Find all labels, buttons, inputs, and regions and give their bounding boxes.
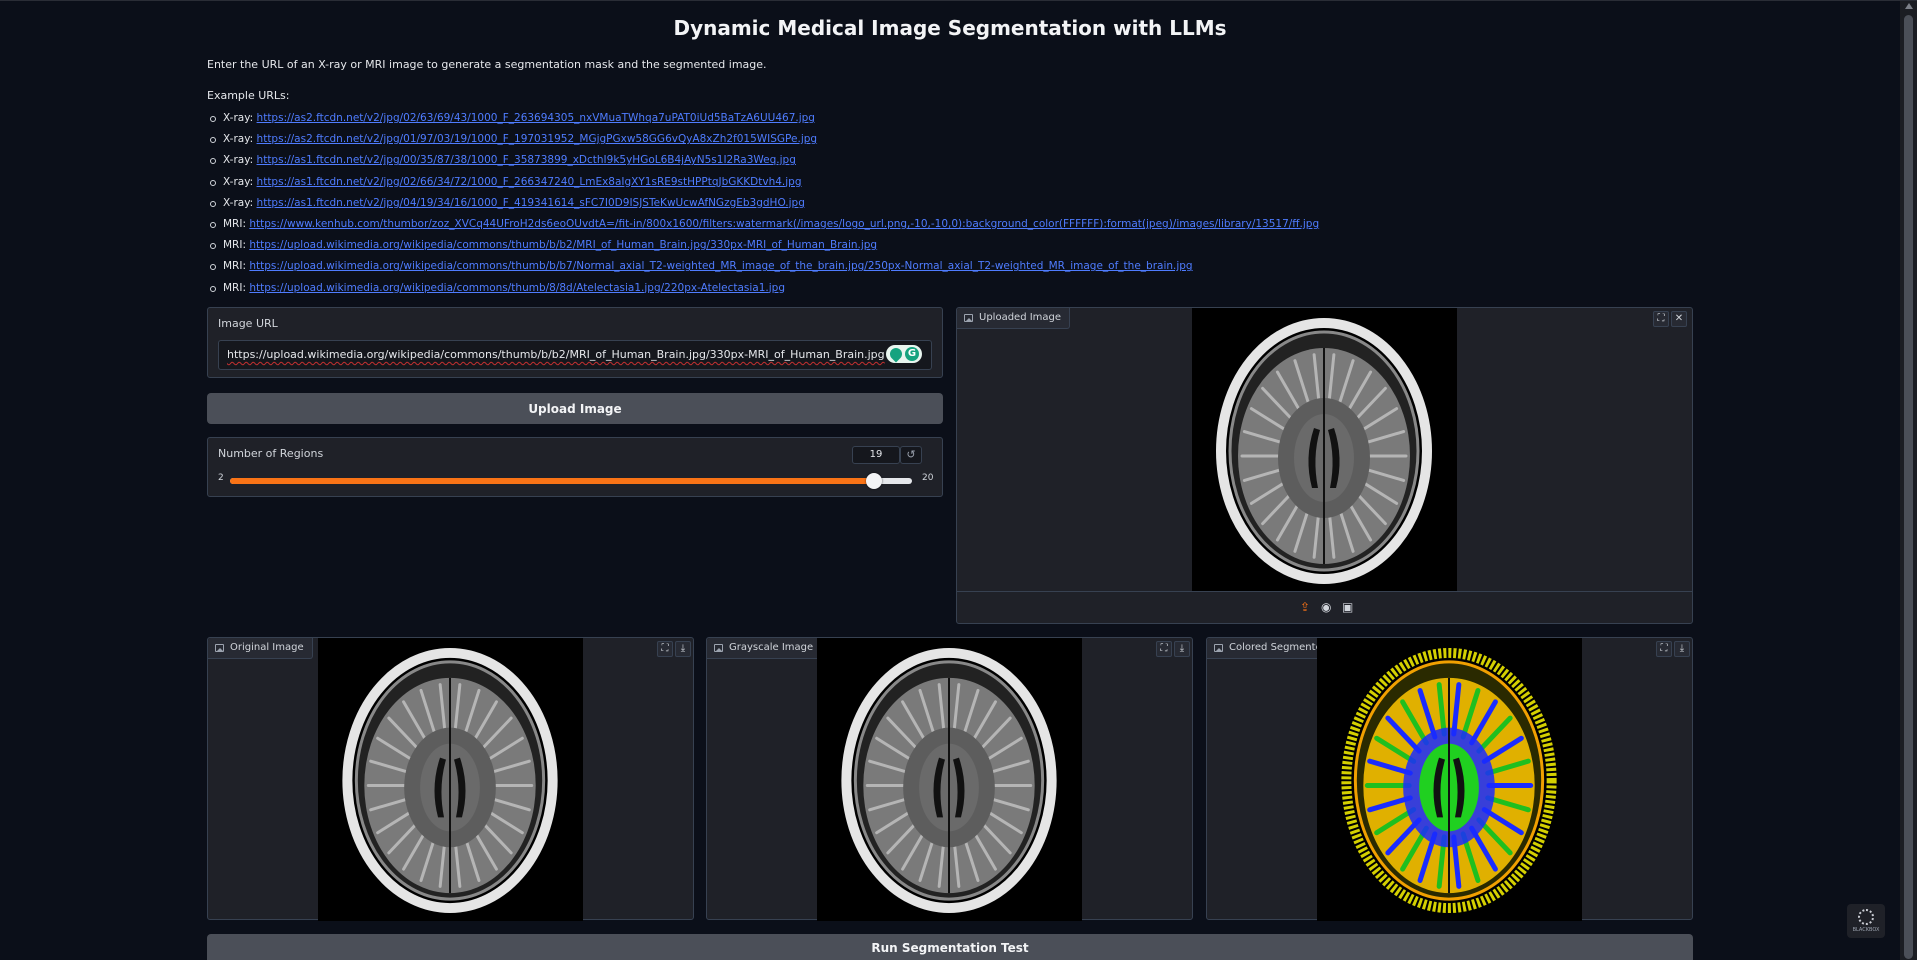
example-url-item: X-ray: https://as2.ftcdn.net/v2/jpg/01/9…	[207, 129, 1693, 150]
example-url-item: MRI: https://upload.wikimedia.org/wikipe…	[207, 256, 1693, 277]
close-icon[interactable]: ✕	[1671, 311, 1687, 327]
grayscale-brain-image	[841, 647, 1057, 914]
upload-source-bar: ⇪ ◉ ▣	[957, 591, 1692, 623]
scroll-up-icon[interactable]	[1905, 3, 1913, 9]
segmented-image-viewport	[1317, 638, 1582, 921]
example-url-link[interactable]: https://upload.wikimedia.org/wikipedia/c…	[249, 282, 785, 294]
example-url-link[interactable]: https://as1.ftcdn.net/v2/jpg/00/35/87/38…	[257, 154, 796, 166]
regions-slider-fill	[230, 478, 875, 484]
fullscreen-icon[interactable]: ⛶	[657, 641, 673, 657]
example-url-type: X-ray:	[223, 112, 254, 124]
original-image-tag: Original Image	[208, 638, 313, 659]
uploaded-image-tag: Uploaded Image	[957, 308, 1071, 329]
download-icon[interactable]: ⤓	[675, 641, 691, 657]
intro-text: Enter the URL of an X-ray or MRI image t…	[207, 58, 767, 71]
example-url-type: MRI:	[223, 281, 246, 294]
example-url-item: MRI: https://upload.wikimedia.org/wikipe…	[207, 278, 1693, 299]
uploaded-image-viewport	[1192, 308, 1457, 592]
image-url-panel: Image URL https://upload.wikimedia.org/w…	[207, 307, 943, 378]
example-url-link[interactable]: https://as2.ftcdn.net/v2/jpg/02/63/69/43…	[257, 112, 815, 124]
regions-number-input[interactable]: 19	[852, 446, 900, 464]
grayscale-image-viewport	[817, 638, 1082, 921]
example-url-link[interactable]: https://upload.wikimedia.org/wikipedia/c…	[249, 239, 877, 251]
examples-title: Example URLs:	[207, 89, 290, 102]
webcam-icon[interactable]: ◉	[1321, 600, 1331, 614]
run-segmentation-test-button[interactable]: Run Segmentation Test	[207, 934, 1693, 960]
fullscreen-icon[interactable]: ⛶	[1656, 641, 1672, 657]
blackbox-logo-text: BLACKBOX	[1852, 927, 1880, 933]
example-url-link[interactable]: https://as1.ftcdn.net/v2/jpg/04/19/34/16…	[257, 197, 805, 209]
image-icon	[964, 314, 973, 322]
grammarly-g-icon: G	[905, 347, 919, 361]
grayscale-image-panel: Grayscale Image ⛶ ⤓	[706, 637, 1193, 921]
page-scrollbar[interactable]	[1900, 1, 1917, 960]
example-url-type: MRI:	[223, 217, 246, 230]
slider-min-label: 2	[218, 473, 224, 483]
original-brain-image	[342, 647, 558, 914]
uploaded-brain-image	[1216, 318, 1432, 584]
example-url-link[interactable]: https://upload.wikimedia.org/wikipedia/c…	[249, 260, 1192, 272]
upload-image-button[interactable]: Upload Image	[207, 393, 943, 424]
regions-label: Number of Regions	[218, 447, 324, 460]
regions-slider-handle[interactable]	[866, 473, 883, 489]
main-container: Dynamic Medical Image Segmentation with …	[207, 1, 1693, 299]
grayscale-image-tag: Grayscale Image	[707, 638, 823, 659]
scrollbar-thumb[interactable]	[1904, 15, 1913, 959]
image-icon	[714, 644, 723, 652]
regions-panel: Number of Regions 19 ↺ 2 20	[207, 437, 943, 497]
example-url-link[interactable]: https://as1.ftcdn.net/v2/jpg/02/66/34/72…	[257, 176, 802, 188]
image-icon	[1214, 644, 1223, 652]
uploaded-image-panel: Uploaded Image ⛶ ✕ ⇪ ◉ ▣	[956, 307, 1693, 624]
example-url-item: X-ray: https://as1.ftcdn.net/v2/jpg/00/3…	[207, 150, 1693, 171]
example-url-type: X-ray:	[223, 133, 254, 146]
example-url-type: MRI:	[223, 260, 246, 273]
example-url-type: X-ray:	[223, 196, 254, 209]
example-url-type: X-ray:	[223, 175, 254, 188]
image-url-label: Image URL	[218, 317, 278, 330]
original-image-label: Original Image	[230, 642, 304, 653]
grayscale-image-label: Grayscale Image	[729, 642, 814, 653]
grammarly-icon[interactable]: G	[886, 345, 922, 363]
clipboard-icon[interactable]: ▣	[1342, 600, 1353, 614]
colored-segmented-image-panel: Colored Segmented Image ⛶ ⤓	[1206, 637, 1693, 921]
slider-max-label: 20	[922, 473, 934, 483]
example-url-item: MRI: https://upload.wikimedia.org/wikipe…	[207, 235, 1693, 256]
example-url-item: X-ray: https://as1.ftcdn.net/v2/jpg/04/1…	[207, 193, 1693, 214]
example-url-link[interactable]: https://www.kenhub.com/thumbor/zoz_XVCq4…	[249, 218, 1319, 230]
page-title: Dynamic Medical Image Segmentation with …	[673, 16, 1227, 40]
uploaded-image-label: Uploaded Image	[979, 312, 1062, 323]
fullscreen-icon[interactable]: ⛶	[1156, 641, 1172, 657]
blackbox-logo-icon	[1858, 909, 1874, 925]
original-image-viewport	[318, 638, 583, 921]
example-url-type: MRI:	[223, 239, 246, 252]
original-image-panel: Original Image ⛶ ⤓	[207, 637, 694, 921]
image-url-input[interactable]: https://upload.wikimedia.org/wikipedia/c…	[218, 340, 932, 370]
regions-slider-track[interactable]	[230, 473, 912, 489]
upload-icon[interactable]: ⇪	[1300, 600, 1310, 614]
fullscreen-icon[interactable]: ⛶	[1653, 311, 1669, 327]
example-url-list: X-ray: https://as2.ftcdn.net/v2/jpg/02/6…	[207, 108, 1693, 299]
download-icon[interactable]: ⤓	[1174, 641, 1190, 657]
download-icon[interactable]: ⤓	[1674, 641, 1690, 657]
image-icon	[215, 644, 224, 652]
example-url-item: X-ray: https://as2.ftcdn.net/v2/jpg/02/6…	[207, 108, 1693, 129]
example-url-item: MRI: https://www.kenhub.com/thumbor/zoz_…	[207, 214, 1693, 235]
segmented-brain-image	[1341, 647, 1557, 914]
example-url-item: X-ray: https://as1.ftcdn.net/v2/jpg/02/6…	[207, 172, 1693, 193]
example-url-link[interactable]: https://as2.ftcdn.net/v2/jpg/01/97/03/19…	[257, 133, 818, 145]
blackbox-logo[interactable]: BLACKBOX	[1847, 904, 1885, 938]
location-pin-icon	[887, 345, 905, 363]
reset-icon[interactable]: ↺	[900, 446, 922, 464]
example-url-type: X-ray:	[223, 154, 254, 167]
